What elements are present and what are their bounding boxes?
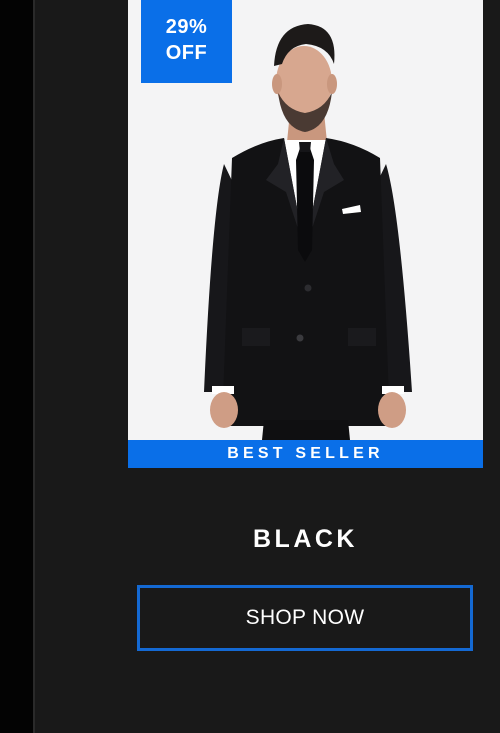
product-card[interactable]: 29% OFF BEST SELLER xyxy=(128,0,483,468)
left-rail xyxy=(0,0,33,733)
discount-percent: 29% xyxy=(165,16,208,38)
rail-divider xyxy=(33,0,35,733)
shop-now-button[interactable]: SHOP NOW xyxy=(137,585,473,651)
best-seller-ribbon: BEST SELLER xyxy=(128,440,483,468)
discount-suffix: OFF xyxy=(165,42,208,64)
product-listing-page: 29% OFF BEST SELLER BLACK SHOP NOW xyxy=(0,0,500,733)
product-color-name: BLACK xyxy=(253,525,358,553)
discount-badge: 29% OFF xyxy=(141,0,232,83)
